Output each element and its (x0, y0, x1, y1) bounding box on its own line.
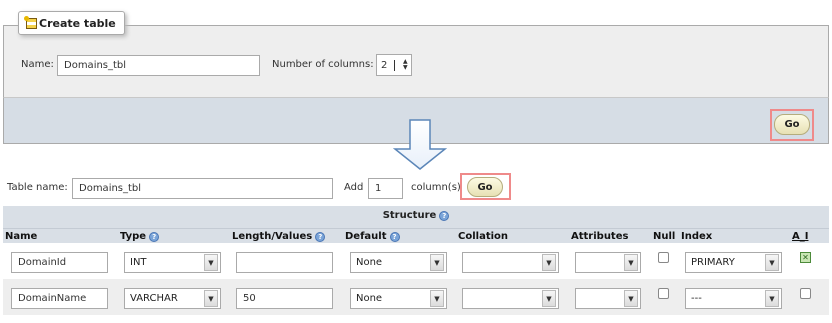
column-name-input[interactable]: DomainId (11, 252, 108, 273)
header-length-label: Length/Values (232, 231, 313, 242)
dropdown-arrow-icon[interactable]: ▼ (204, 254, 218, 271)
header-null-label: Null (653, 231, 676, 242)
create-table-legend: Create table (18, 11, 125, 35)
type-value: INT (130, 257, 147, 268)
dropdown-arrow-icon[interactable]: ▼ (430, 290, 444, 307)
collation-select[interactable]: ▼ (462, 252, 559, 273)
number-of-columns-label: Number of columns: (272, 59, 374, 70)
table-row: DomainName VARCHAR ▼ 50 None ▼ ▼ ▼ --- ▼ (3, 279, 829, 315)
attributes-select[interactable]: ▼ (575, 252, 641, 273)
table-row: DomainId INT ▼ None ▼ ▼ ▼ PRIMARY ▼ ✕ (3, 243, 829, 279)
table-name-field[interactable]: Domains_tbl (72, 178, 333, 199)
dropdown-arrow-icon[interactable]: ▼ (204, 290, 218, 307)
name-label: Name: (21, 59, 54, 70)
dropdown-arrow-icon[interactable]: ▼ (765, 290, 779, 307)
columns-label: column(s) (411, 182, 461, 193)
dropdown-arrow-icon[interactable]: ▼ (624, 290, 638, 307)
default-select[interactable]: None ▼ (350, 288, 447, 309)
header-length: Length/Values? (232, 229, 326, 244)
header-collation-label: Collation (458, 231, 509, 242)
down-arrow-icon (393, 119, 447, 171)
attributes-select[interactable]: ▼ (575, 288, 641, 309)
help-icon[interactable]: ? (149, 231, 160, 242)
header-index-label: Index (681, 231, 713, 242)
spin-down-icon[interactable]: ▼ (403, 65, 408, 71)
dropdown-arrow-icon[interactable]: ▼ (430, 254, 444, 271)
number-of-columns-value: 2 (381, 59, 395, 71)
index-value: --- (691, 293, 702, 304)
header-attributes-label: Attributes (571, 231, 629, 242)
dropdown-arrow-icon[interactable]: ▼ (624, 254, 638, 271)
header-null: Null (653, 229, 675, 244)
auto-increment-checkbox[interactable] (800, 288, 811, 299)
null-checkbox[interactable] (658, 252, 669, 263)
header-name-label: Name (5, 231, 38, 242)
header-collation: Collation (458, 229, 508, 244)
length-input[interactable] (236, 252, 333, 273)
header-type-label: Type (120, 231, 147, 242)
dropdown-arrow-icon[interactable]: ▼ (542, 254, 556, 271)
table-name-label: Table name: (7, 182, 68, 193)
header-ai-label: A_I (792, 231, 809, 242)
null-checkbox[interactable] (658, 288, 669, 299)
header-index: Index (681, 229, 712, 244)
index-value: PRIMARY (691, 257, 735, 268)
structure-title: Structure (382, 210, 437, 221)
default-value: None (356, 293, 383, 304)
header-ai: A_I (792, 229, 808, 244)
table-add-icon (24, 15, 37, 29)
length-input[interactable]: 50 (236, 288, 333, 309)
structure-header-bar: Structure? (3, 206, 829, 228)
type-value: VARCHAR (130, 293, 178, 304)
header-name: Name (5, 229, 37, 244)
create-table-title: Create table (39, 16, 116, 30)
number-spinner[interactable]: ▲ ▼ (403, 59, 408, 71)
type-select[interactable]: VARCHAR ▼ (124, 288, 221, 309)
help-icon[interactable]: ? (439, 211, 450, 221)
index-select[interactable]: PRIMARY ▼ (685, 252, 782, 273)
help-icon[interactable]: ? (315, 231, 326, 242)
add-columns-go-button[interactable]: Go (467, 177, 503, 197)
header-type: Type? (120, 229, 160, 244)
table-name-input[interactable]: Domains_tbl (57, 55, 260, 76)
help-icon[interactable]: ? (389, 231, 400, 242)
dropdown-arrow-icon[interactable]: ▼ (765, 254, 779, 271)
dropdown-arrow-icon[interactable]: ▼ (542, 290, 556, 307)
collation-select[interactable]: ▼ (462, 288, 559, 309)
default-value: None (356, 257, 383, 268)
column-name-input[interactable]: DomainName (11, 288, 108, 309)
type-select[interactable]: INT ▼ (124, 252, 221, 273)
number-of-columns-input[interactable]: 2 ▲ ▼ (376, 54, 412, 76)
column-header-row: Name Type? Length/Values? Default? Colla… (3, 228, 829, 243)
header-attributes: Attributes (571, 229, 628, 244)
auto-increment-checkbox[interactable]: ✕ (800, 252, 811, 263)
default-select[interactable]: None ▼ (350, 252, 447, 273)
add-label: Add (344, 182, 364, 193)
create-go-button[interactable]: Go (774, 114, 810, 135)
header-default: Default? (345, 229, 400, 244)
index-select[interactable]: --- ▼ (685, 288, 782, 309)
add-columns-input[interactable]: 1 (368, 178, 403, 199)
header-default-label: Default (345, 231, 387, 242)
